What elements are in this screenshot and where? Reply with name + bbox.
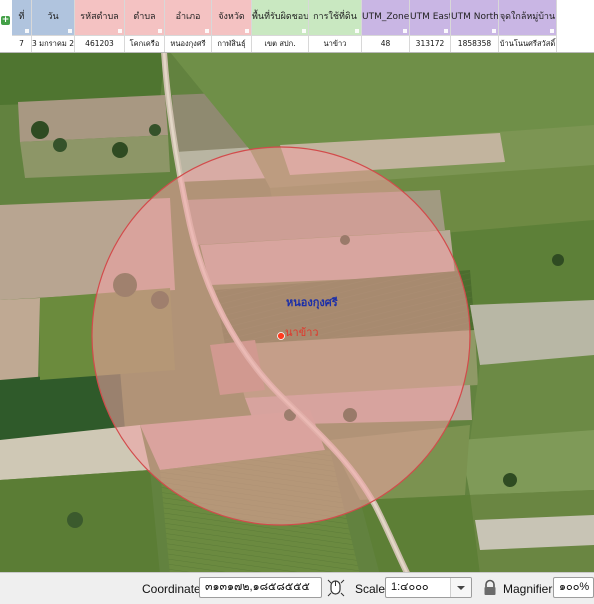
lock-icon[interactable] (480, 578, 500, 598)
table-cell[interactable]: นาข้าว (309, 35, 362, 52)
plus-icon[interactable]: + (1, 16, 10, 25)
scale-select[interactable]: 1:๔๐๐๐ (385, 577, 472, 598)
coordinate-label: Coordinate (142, 582, 201, 596)
column-header[interactable]: UTM_Zone (362, 0, 410, 35)
table-cell[interactable]: 48 (362, 35, 410, 52)
column-header[interactable]: พื้นที่รับผิดชอบ (252, 0, 309, 35)
survey-point-marker[interactable] (277, 332, 285, 340)
status-bar: Coordinate ๓๑๓๑๗๒,๑๘๕๘๕๕๕ Scale 1:๔๐๐๐ M… (0, 572, 594, 604)
coordinate-field[interactable]: ๓๑๓๑๗๒,๑๘๕๘๕๕๕ (199, 577, 322, 598)
point-label: นาข้าว (285, 326, 319, 339)
district-label: หนองกุงศรี (286, 296, 338, 310)
column-header[interactable]: รหัสตำบล (75, 0, 125, 35)
table-cell[interactable]: 313172 (410, 35, 451, 52)
column-header[interactable]: การใช้ที่ดิน (309, 0, 362, 35)
column-header[interactable]: จังหวัด (212, 0, 252, 35)
scale-value: 1:๔๐๐๐ (391, 581, 429, 593)
magnifier-field[interactable]: ๑๐๐% (553, 577, 594, 598)
scale-label: Scale (355, 582, 386, 596)
column-header[interactable]: UTM East (410, 0, 451, 35)
column-header[interactable]: UTM North (451, 0, 499, 35)
mouse-extents-icon[interactable] (326, 578, 346, 598)
table-cell[interactable]: 1858358 (451, 35, 499, 52)
column-header[interactable]: ตำบล (125, 0, 165, 35)
magnifier-label: Magnifier (503, 582, 553, 596)
table-cell[interactable]: 461203 (75, 35, 125, 52)
table-cell[interactable]: บ้านโนนศรีสวัสดิ์ (499, 35, 557, 52)
table-cell[interactable]: 7 (12, 35, 32, 52)
column-header[interactable]: อำเภอ (165, 0, 212, 35)
table-cell[interactable]: กาฬสินธุ์ (212, 35, 252, 52)
column-header[interactable]: วัน (32, 0, 75, 35)
column-header[interactable]: จุดใกล้หมู่บ้าน (499, 0, 557, 35)
table-cell[interactable]: เขต สปก. (252, 35, 309, 52)
table-cell[interactable]: โคกเครือ (125, 35, 165, 52)
attribute-table: + ที่ วัน รหัสตำบล ตำบล อำเภอ จังหวัด พื้นที่ร… (0, 0, 594, 53)
column-header[interactable]: ที่ (12, 0, 32, 35)
chevron-down-icon[interactable] (450, 578, 471, 597)
map-canvas[interactable]: นาข้าว หนองกุงศรี (0, 0, 594, 603)
table-cell[interactable]: หนองกุงศรี (165, 35, 212, 52)
table-cell[interactable]: 3 มกราคม 2569 (32, 35, 75, 52)
